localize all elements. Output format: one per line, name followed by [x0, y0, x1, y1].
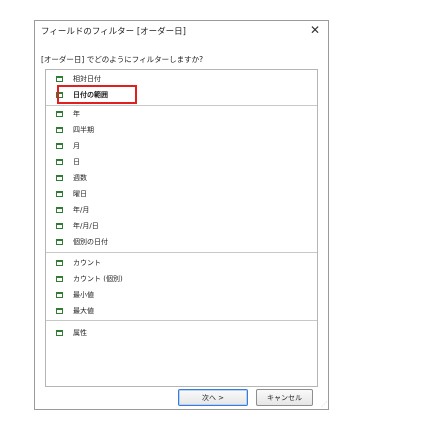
list-item-label: 属性 [73, 328, 87, 337]
group-divider [46, 105, 317, 106]
calendar-icon [56, 75, 63, 82]
list-item-year[interactable]: 年 [46, 107, 317, 120]
list-item-weekday[interactable]: 曜日 [46, 187, 317, 200]
group-divider [46, 320, 317, 321]
close-icon[interactable]: ✕ [310, 22, 320, 38]
calendar-icon [56, 238, 63, 245]
list-item-minimum[interactable]: 最小値 [46, 288, 317, 301]
list-item-quarter[interactable]: 四半期 [46, 123, 317, 136]
calendar-icon [56, 329, 63, 336]
list-item-label: 年/月 [73, 205, 90, 214]
list-item-attribute[interactable]: 属性 [46, 326, 317, 339]
next-button[interactable]: 次へ > [178, 389, 248, 406]
list-item-maximum[interactable]: 最大値 [46, 304, 317, 317]
list-item-week-number[interactable]: 週数 [46, 171, 317, 184]
list-item-label: 日 [73, 157, 80, 166]
list-item-label: 年/月/日 [73, 221, 99, 230]
calendar-icon [56, 110, 63, 117]
list-item-label: 週数 [73, 173, 87, 182]
list-item-label: カウント (個別) [73, 274, 123, 283]
filter-prompt: [オーダー日] でどのようにフィルターしますか? [41, 55, 204, 64]
calendar-icon [56, 190, 63, 197]
calendar-icon [56, 126, 63, 133]
list-item-individual-dates[interactable]: 個別の日付 [46, 235, 317, 248]
list-item-label: 最大値 [73, 306, 94, 315]
list-item-label: 相対日付 [73, 74, 101, 83]
filter-dialog: フィールドのフィルター [オーダー日] ✕ [オーダー日] でどのようにフィルタ… [34, 20, 329, 410]
calendar-icon [56, 91, 63, 98]
calendar-icon [56, 158, 63, 165]
calendar-icon [56, 291, 63, 298]
cancel-button[interactable]: キャンセル [256, 389, 313, 406]
list-item-year-month-day[interactable]: 年/月/日 [46, 219, 317, 232]
list-item-label: 個別の日付 [73, 237, 108, 246]
calendar-icon [56, 259, 63, 266]
list-item-label: 曜日 [73, 189, 87, 198]
list-item-year-month[interactable]: 年/月 [46, 203, 317, 216]
filter-type-list[interactable]: 相対日付 日付の範囲 年 四半期 月 日 週数 曜日 年/月 年/月/日 個別の… [45, 69, 318, 387]
calendar-icon [56, 275, 63, 282]
list-item-relative-date[interactable]: 相対日付 [46, 72, 317, 85]
list-item-label: カウント [73, 258, 101, 267]
list-item-label: 四半期 [73, 125, 94, 134]
list-item-label: 月 [73, 141, 80, 150]
list-item-date-range[interactable]: 日付の範囲 [46, 88, 317, 101]
calendar-icon [56, 142, 63, 149]
list-item-label: 日付の範囲 [73, 90, 108, 99]
list-item-day[interactable]: 日 [46, 155, 317, 168]
resize-grip-icon[interactable]: ⋰ [321, 401, 327, 408]
list-item-label: 最小値 [73, 290, 94, 299]
calendar-icon [56, 307, 63, 314]
list-item-count[interactable]: カウント [46, 256, 317, 269]
list-item-count-distinct[interactable]: カウント (個別) [46, 272, 317, 285]
calendar-icon [56, 174, 63, 181]
group-divider [46, 252, 317, 253]
calendar-icon [56, 222, 63, 229]
calendar-icon [56, 206, 63, 213]
dialog-title: フィールドのフィルター [オーダー日] [41, 27, 186, 37]
list-item-label: 年 [73, 109, 80, 118]
list-item-month[interactable]: 月 [46, 139, 317, 152]
